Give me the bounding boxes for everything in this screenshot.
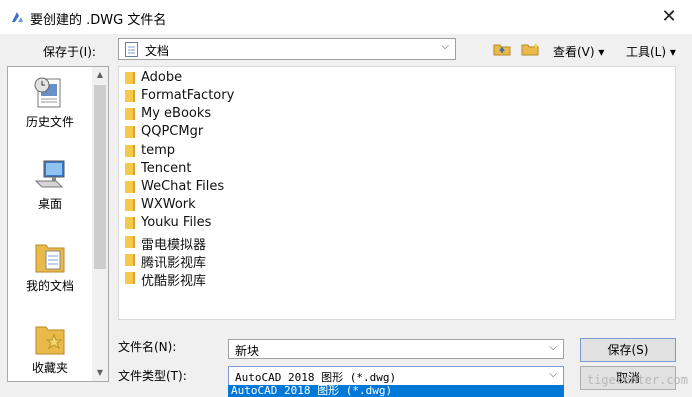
save-in-combo[interactable]: 文档 ⌵ xyxy=(118,38,456,60)
place-label: 收藏夹 xyxy=(31,361,68,375)
place-label: 历史文件 xyxy=(25,115,74,129)
folder-item[interactable]: FormatFactory xyxy=(125,87,325,105)
places-scrollbar[interactable]: ▲ ▼ xyxy=(92,67,108,381)
chevron-down-icon: ⌵ xyxy=(441,41,449,52)
view-menu[interactable]: 查看(V) ▾ xyxy=(553,43,604,60)
folder-item[interactable]: Adobe xyxy=(125,69,325,87)
scroll-down-icon[interactable]: ▼ xyxy=(92,365,108,381)
up-folder-icon[interactable] xyxy=(493,42,511,56)
folder-icon xyxy=(125,163,135,175)
place-label: 我的文档 xyxy=(25,279,74,293)
folder-icon xyxy=(125,72,135,84)
folder-icon xyxy=(125,145,135,157)
file-list: Adobe FormatFactory My eBooks QQPCMgr te… xyxy=(118,66,676,320)
autocad-app-icon xyxy=(12,12,23,22)
close-icon: ✕ xyxy=(661,6,677,27)
my-documents-icon xyxy=(35,244,65,273)
document-icon xyxy=(125,42,138,57)
new-folder-icon[interactable] xyxy=(521,42,541,56)
scroll-thumb[interactable] xyxy=(94,85,106,269)
place-label: 桌面 xyxy=(37,197,62,211)
folder-icon xyxy=(125,217,135,229)
folder-icon xyxy=(125,181,135,193)
place-favorites[interactable]: 收藏夹 xyxy=(8,321,92,376)
save-in-value: 文档 xyxy=(145,44,170,58)
filename-label: 文件名(N): xyxy=(118,340,177,354)
place-my-documents[interactable]: 我的文档 xyxy=(8,239,92,294)
tools-menu[interactable]: 工具(L) ▾ xyxy=(626,43,676,60)
window-title: 要创建的 .DWG 文件名 xyxy=(30,13,167,28)
folder-icon xyxy=(125,108,135,120)
desktop-icon xyxy=(34,160,65,188)
watermark: tigerenter.com xyxy=(586,373,688,387)
folder-icon xyxy=(125,199,135,211)
folder-icon xyxy=(125,254,135,266)
chevron-down-icon: ⌵ xyxy=(549,342,557,353)
folder-item[interactable]: 优酷影视库 xyxy=(125,269,325,289)
history-icon xyxy=(34,77,61,108)
folder-item[interactable]: Tencent xyxy=(125,160,325,178)
scroll-up-icon[interactable]: ▲ xyxy=(92,67,108,83)
save-in-label: 保存于(I): xyxy=(43,45,96,59)
title-bar: 要创建的 .DWG 文件名 ✕ xyxy=(0,0,692,34)
folder-icon xyxy=(125,272,135,284)
filetype-option-selected[interactable]: AutoCAD 2018 图形 (*.dwg) xyxy=(228,385,564,397)
folder-icon xyxy=(125,126,135,138)
place-desktop[interactable]: 桌面 xyxy=(8,157,92,212)
filename-input[interactable]: 新块 ⌵ xyxy=(228,339,564,359)
folder-item[interactable]: QQPCMgr xyxy=(125,123,325,141)
filename-value: 新块 xyxy=(235,344,260,358)
folder-icon xyxy=(125,236,135,248)
place-history[interactable]: 历史文件 xyxy=(8,75,92,130)
filetype-label: 文件类型(T): xyxy=(118,369,187,383)
folder-item[interactable]: 腾讯影视库 xyxy=(125,251,325,271)
filetype-value: AutoCAD 2018 图形 (*.dwg) xyxy=(235,371,397,384)
folder-icon xyxy=(125,90,135,102)
folder-item[interactable]: Youku Files xyxy=(125,214,325,232)
folder-item[interactable]: temp xyxy=(125,142,325,160)
folder-item[interactable]: WXWork xyxy=(125,196,325,214)
places-bar: 历史文件 桌面 我的文档 收藏夹 ▲ ▼ xyxy=(7,66,109,382)
chevron-down-icon: ⌵ xyxy=(549,369,557,380)
save-button[interactable]: 保存(S) xyxy=(580,338,676,362)
close-button[interactable]: ✕ xyxy=(646,0,692,34)
favorites-icon xyxy=(35,326,65,355)
folder-item[interactable]: WeChat Files xyxy=(125,178,325,196)
folder-item[interactable]: 雷电模拟器 xyxy=(125,233,325,253)
folder-item[interactable]: My eBooks xyxy=(125,105,325,123)
filetype-select[interactable]: AutoCAD 2018 图形 (*.dwg) ⌵ xyxy=(228,366,564,386)
